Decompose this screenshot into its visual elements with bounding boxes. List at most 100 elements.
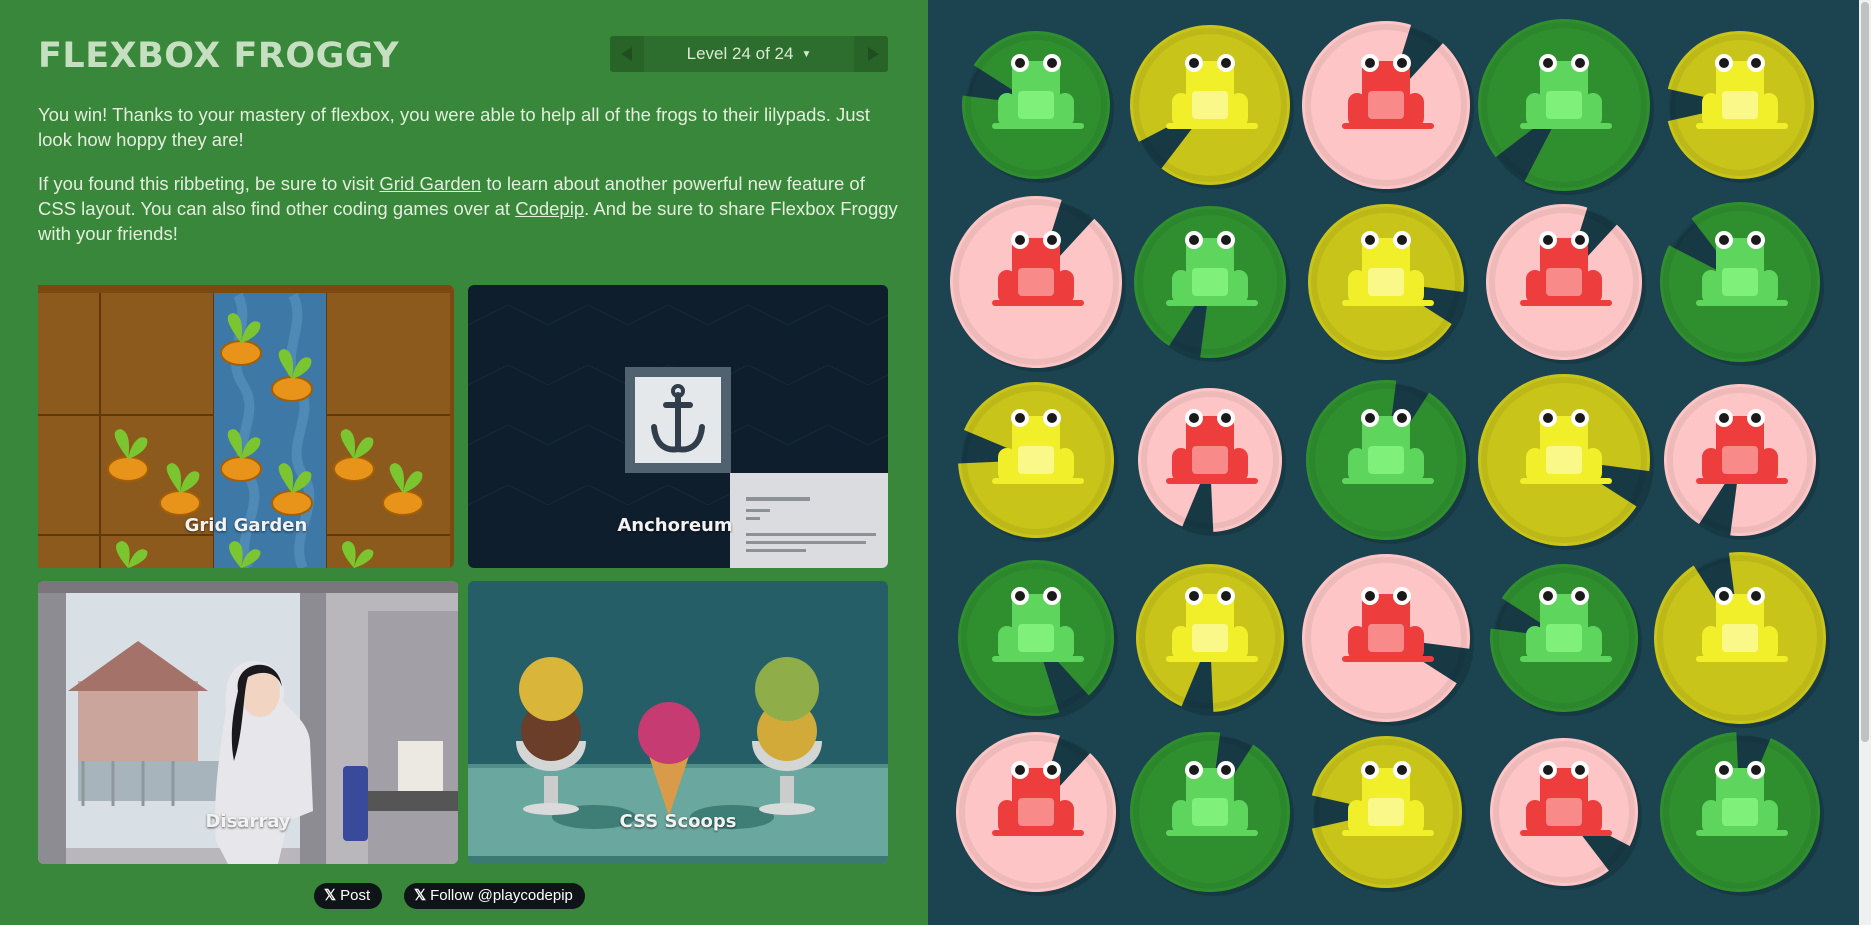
frog-belly [1368,91,1404,119]
frog-pupil [1397,235,1407,245]
frog-belly [1368,268,1404,296]
frog-pupil [1015,591,1025,601]
x-post-label: Post [340,887,371,904]
grid-garden-link[interactable]: Grid Garden [379,173,481,194]
frog-pupil [1189,591,1199,601]
arrow-left-icon [621,47,632,61]
x-logo-icon: 𝕏 [414,887,427,904]
frog-pupil [1397,765,1407,775]
codepip-link[interactable]: Codepip [515,198,584,219]
frog-pupil [1221,235,1231,245]
frog-belly [1722,446,1758,474]
frog-belly [1192,624,1228,652]
game-card-css-scoops[interactable]: CSS Scoops [468,581,888,864]
frog-pupil [1047,58,1057,68]
game-title: Disarray [205,811,291,832]
frog-belly [1546,624,1582,652]
frog-belly [1546,91,1582,119]
frog-pupil [1365,58,1375,68]
frog-pupil [1189,235,1199,245]
x-post-button[interactable]: 𝕏 Post [314,883,383,909]
frog-pupil [1189,413,1199,423]
frog-belly [1722,91,1758,119]
frog-pupil [1189,765,1199,775]
frog-pupil [1543,58,1553,68]
promo-message: If you found this ribbeting, be sure to … [38,171,898,246]
frog-pupil [1015,235,1025,245]
frog-belly [1018,446,1054,474]
frog-belly [1018,798,1054,826]
frog-pupil [1751,413,1761,423]
frog-pupil [1047,765,1057,775]
frog-pupil [1221,591,1231,601]
frog-pupil [1575,765,1585,775]
frog-belly [1722,624,1758,652]
frog-pupil [1543,591,1553,601]
frog-pupil [1543,235,1553,245]
next-level-button[interactable] [854,36,888,72]
frog-belly [1368,446,1404,474]
frog-pupil [1015,413,1025,423]
frog-pupil [1047,591,1057,601]
x-follow-label: Follow @playcodepip [430,887,573,904]
frog-belly [1192,268,1228,296]
frog-pupil [1575,235,1585,245]
frog-pupil [1221,765,1231,775]
previous-level-button[interactable] [610,36,644,72]
frog-belly [1018,624,1054,652]
frog-belly [1192,446,1228,474]
game-card-disarray[interactable]: Disarray [38,581,458,864]
frog-pupil [1719,235,1729,245]
frog-pupil [1015,58,1025,68]
frog-belly [1722,268,1758,296]
frog-pupil [1575,58,1585,68]
caret-down-icon: ▼ [801,49,812,60]
frog-pupil [1751,591,1761,601]
frog-belly [1368,798,1404,826]
page-title: FLEXBOX FROGGY [38,36,400,76]
pond-board [928,0,1871,925]
frog-pupil [1751,235,1761,245]
game-card-grid-garden[interactable]: Grid Garden [38,285,454,568]
frog-belly [1722,798,1758,826]
game-panel: FLEXBOX FROGGY Level 24 of 24 ▼ You win! … [0,0,928,925]
frog-pupil [1397,58,1407,68]
frog-pupil [1189,58,1199,68]
frog-pupil [1575,413,1585,423]
vertical-scrollbar[interactable] [1859,0,1871,925]
scrollbar-thumb[interactable] [1861,2,1869,742]
frog-belly [1018,91,1054,119]
game-title: CSS Scoops [619,811,737,832]
level-text: Level 24 of 24 [686,44,794,63]
x-follow-button[interactable]: 𝕏 Follow @playcodepip [404,883,585,909]
frog-pupil [1365,591,1375,601]
game-card-anchoreum[interactable]: Anchoreum [468,285,888,568]
frog-pupil [1047,413,1057,423]
frog-pupil [1365,765,1375,775]
frog-belly [1546,446,1582,474]
level-navigation: Level 24 of 24 ▼ [610,36,888,72]
frog-pupil [1719,765,1729,775]
frog-pupil [1015,765,1025,775]
promo-text: If you found this ribbeting, be sure to … [38,173,380,194]
level-dropdown[interactable]: Level 24 of 24 ▼ [644,36,854,72]
frog-pupil [1719,591,1729,601]
frog-pupil [1719,413,1729,423]
frog-belly [1192,798,1228,826]
frog-pupil [1047,235,1057,245]
frog-pupil [1397,591,1407,601]
frog-pupil [1397,413,1407,423]
frog-pupil [1221,413,1231,423]
frog-belly [1018,268,1054,296]
x-logo-icon: 𝕏 [324,887,337,904]
pond-svg [950,19,1830,896]
frog-pupil [1719,58,1729,68]
frog-belly [1368,624,1404,652]
frog-pupil [1365,413,1375,423]
frog-pupil [1751,58,1761,68]
frog-belly [1192,91,1228,119]
frog-pupil [1221,58,1231,68]
frog-pupil [1365,235,1375,245]
game-title: Anchoreum [617,515,733,536]
win-message: You win! Thanks to your mastery of flexb… [38,104,870,150]
